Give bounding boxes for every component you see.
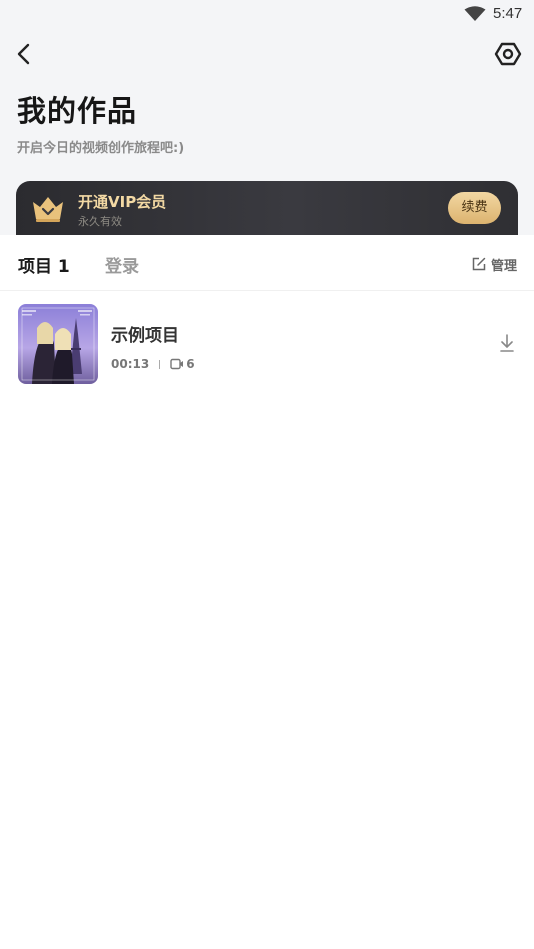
- meta-separator: [159, 359, 161, 369]
- status-bar: 5:47: [0, 0, 534, 30]
- tab-projects[interactable]: 项目 1: [18, 252, 70, 277]
- projects-panel: 项目 1 登录 管理 示例项目 00:13 6: [0, 235, 534, 949]
- hexagon-settings-icon[interactable]: [494, 40, 522, 68]
- crown-icon: [33, 197, 63, 222]
- vip-title: 开通VIP会员: [78, 193, 167, 211]
- project-duration: 00:13: [111, 357, 150, 371]
- wifi-icon: [464, 6, 486, 21]
- header-area: 5:47 我的作品 开启今日的视频创作旅程吧:) 开通VIP会员 永久有效 续费: [0, 0, 534, 237]
- status-time: 5:47: [493, 5, 523, 22]
- back-arrow-icon[interactable]: [12, 40, 38, 68]
- project-name: 示例项目: [111, 326, 179, 346]
- page-title: 我的作品: [17, 94, 138, 128]
- vip-banner[interactable]: 开通VIP会员 永久有效 续费: [16, 181, 518, 237]
- project-thumbnail: [18, 304, 98, 384]
- manage-button[interactable]: 管理: [472, 255, 518, 274]
- vip-subtitle: 永久有效: [78, 215, 122, 228]
- project-meta: 00:13 6: [111, 357, 195, 371]
- page-subtitle: 开启今日的视频创作旅程吧:): [17, 141, 185, 156]
- divider: [0, 290, 534, 291]
- project-item[interactable]: 示例项目 00:13 6: [0, 301, 534, 391]
- renew-button[interactable]: 续费: [448, 192, 501, 224]
- edit-icon: [472, 257, 486, 271]
- project-clip-count: 6: [186, 357, 195, 371]
- video-clip-icon: [170, 358, 184, 370]
- tab-login[interactable]: 登录: [105, 252, 139, 277]
- download-icon[interactable]: [498, 333, 516, 353]
- manage-label: 管理: [491, 258, 518, 274]
